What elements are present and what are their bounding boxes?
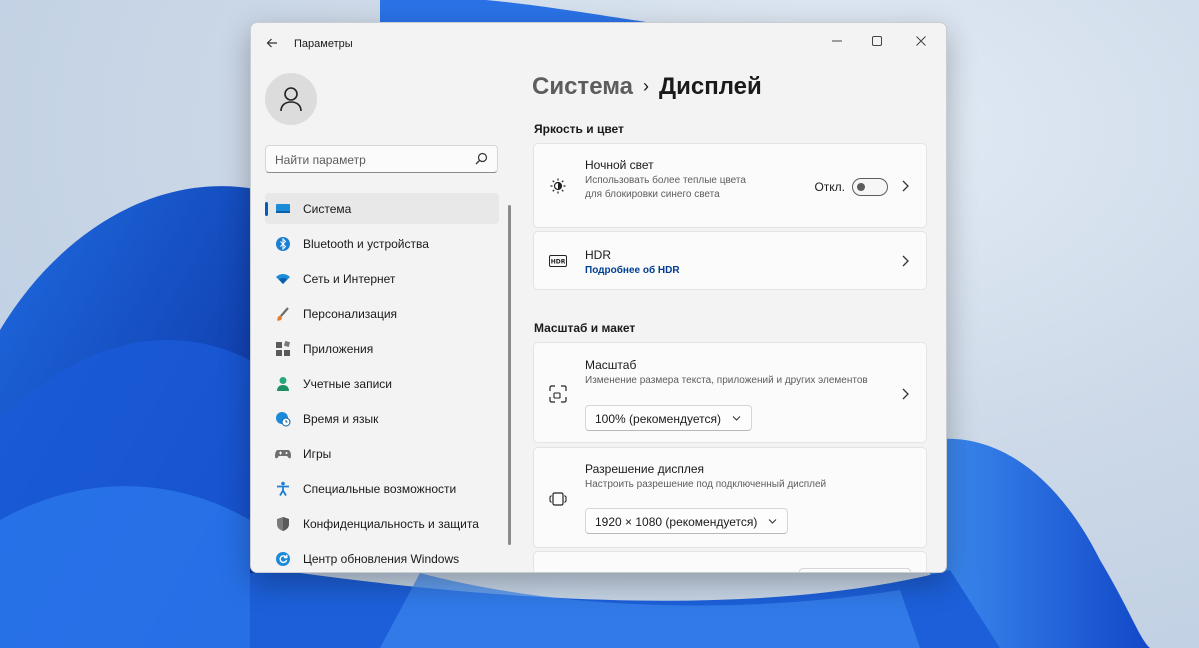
chevron-down-icon xyxy=(768,519,777,524)
avatar[interactable] xyxy=(265,73,317,125)
scale-icon xyxy=(549,385,567,403)
minimize-button[interactable] xyxy=(820,29,854,55)
bluetooth-icon xyxy=(276,237,290,251)
sidebar-item-label: Игры xyxy=(303,447,332,461)
chevron-right-icon xyxy=(902,388,909,400)
back-button[interactable] xyxy=(261,35,283,55)
resolution-icon xyxy=(549,492,567,506)
hdr-card[interactable]: HDR HDR Подробнее об HDR xyxy=(533,231,927,290)
user-icon xyxy=(277,377,289,391)
sidebar-scrollbar[interactable] xyxy=(508,205,511,545)
resolution-dropdown[interactable]: 1920 × 1080 (рекомендуется) xyxy=(585,508,788,534)
monitor-icon xyxy=(276,204,290,213)
scale-card[interactable]: Масштаб Изменение размера текста, прилож… xyxy=(533,342,927,443)
resolution-description: Настроить разрешение под подключенный ди… xyxy=(585,479,827,490)
minimize-icon xyxy=(832,40,842,42)
section-title-scale-layout: Масштаб и макет xyxy=(534,321,636,335)
scale-dropdown-value: 100% (рекомендуется) xyxy=(595,412,721,426)
sidebar-item-bluetooth[interactable]: Bluetooth и устройства xyxy=(265,228,499,259)
gamepad-icon xyxy=(275,450,291,459)
night-light-toggle-label: Откл. xyxy=(814,180,845,194)
sidebar-item-label: Персонализация xyxy=(303,307,398,321)
sidebar-item-accounts[interactable]: Учетные записи xyxy=(265,368,499,399)
breadcrumb: Система › Дисплей xyxy=(532,73,762,101)
sidebar-item-system[interactable]: Система xyxy=(265,193,499,224)
sidebar-item-accessibility[interactable]: Специальные возможности xyxy=(265,473,499,504)
maximize-button[interactable] xyxy=(860,29,894,55)
night-light-description: Использовать более теплые цвета для блок… xyxy=(585,175,746,200)
resolution-title: Разрешение дисплея xyxy=(585,462,705,476)
resolution-card[interactable]: Разрешение дисплея Настроить разрешение … xyxy=(533,447,927,548)
apps-icon xyxy=(276,341,291,356)
sidebar-item-windows-update[interactable]: Центр обновления Windows xyxy=(265,543,499,572)
sidebar-item-label: Специальные возможности xyxy=(303,482,457,496)
sidebar-item-label: Приложения xyxy=(303,342,374,356)
wifi-icon xyxy=(276,274,290,284)
close-button[interactable] xyxy=(904,29,938,55)
person-icon xyxy=(280,87,302,112)
brush-icon xyxy=(277,307,289,321)
app-title: Параметры xyxy=(294,38,353,50)
breadcrumb-separator: › xyxy=(643,76,650,96)
sidebar-item-privacy[interactable]: Конфиденциальность и защита xyxy=(265,508,499,539)
toggle-knob xyxy=(857,183,865,191)
close-icon xyxy=(916,36,926,46)
brightness-icon xyxy=(550,178,566,194)
night-light-card[interactable]: Ночной свет Использовать более теплые цв… xyxy=(533,143,927,228)
section-title-brightness: Яркость и цвет xyxy=(534,122,624,136)
settings-window: Параметры Найти параметр Система Bluetoo… xyxy=(250,22,947,573)
sidebar-item-label: Конфиденциальность и защита xyxy=(303,517,479,531)
globe-clock-icon xyxy=(276,412,291,427)
hdr-learn-more-link[interactable]: Подробнее об HDR xyxy=(585,265,680,276)
chevron-down-icon xyxy=(732,416,741,421)
sidebar-item-label: Система xyxy=(303,202,352,216)
sidebar-item-label: Bluetooth и устройства xyxy=(303,237,429,251)
breadcrumb-parent[interactable]: Система xyxy=(532,73,633,100)
maximize-icon xyxy=(872,36,882,46)
night-light-toggle[interactable] xyxy=(852,178,888,196)
sidebar-item-network[interactable]: Сеть и Интернет xyxy=(265,263,499,294)
accessibility-icon xyxy=(277,481,289,496)
search-input[interactable]: Найти параметр xyxy=(265,145,498,173)
sidebar-item-personalization[interactable]: Персонализация xyxy=(265,298,499,329)
sidebar-item-label: Сеть и Интернет xyxy=(303,272,396,286)
sidebar-item-label: Учетные записи xyxy=(303,377,392,391)
svg-text:HDR: HDR xyxy=(551,259,566,266)
sidebar-item-label: Центр обновления Windows xyxy=(303,552,460,566)
sidebar-item-time-language[interactable]: Время и язык xyxy=(265,403,499,434)
next-setting-dropdown[interactable] xyxy=(799,568,911,572)
resolution-dropdown-value: 1920 × 1080 (рекомендуется) xyxy=(595,515,758,529)
search-icon xyxy=(475,152,488,165)
title-bar: Параметры xyxy=(251,23,946,67)
chevron-right-icon xyxy=(902,255,909,267)
scale-dropdown[interactable]: 100% (рекомендуется) xyxy=(585,405,752,431)
sidebar-nav: Система Bluetooth и устройства Сеть и Ин… xyxy=(265,193,499,572)
scale-title: Масштаб xyxy=(585,358,637,372)
next-setting-card[interactable] xyxy=(533,551,927,572)
sidebar-item-apps[interactable]: Приложения xyxy=(265,333,499,364)
update-icon xyxy=(276,552,290,566)
arrow-left-icon xyxy=(266,38,277,48)
hdr-title: HDR xyxy=(585,248,611,262)
page-title: Дисплей xyxy=(659,73,762,100)
sidebar-item-gaming[interactable]: Игры xyxy=(265,438,499,469)
chevron-right-icon xyxy=(902,180,909,192)
hdr-icon: HDR xyxy=(549,255,567,267)
search-placeholder: Найти параметр xyxy=(275,153,366,167)
shield-icon xyxy=(277,517,289,531)
sidebar-item-label: Время и язык xyxy=(303,412,379,426)
night-light-title: Ночной свет xyxy=(585,158,654,172)
scale-description: Изменение размера текста, приложений и д… xyxy=(585,375,868,386)
